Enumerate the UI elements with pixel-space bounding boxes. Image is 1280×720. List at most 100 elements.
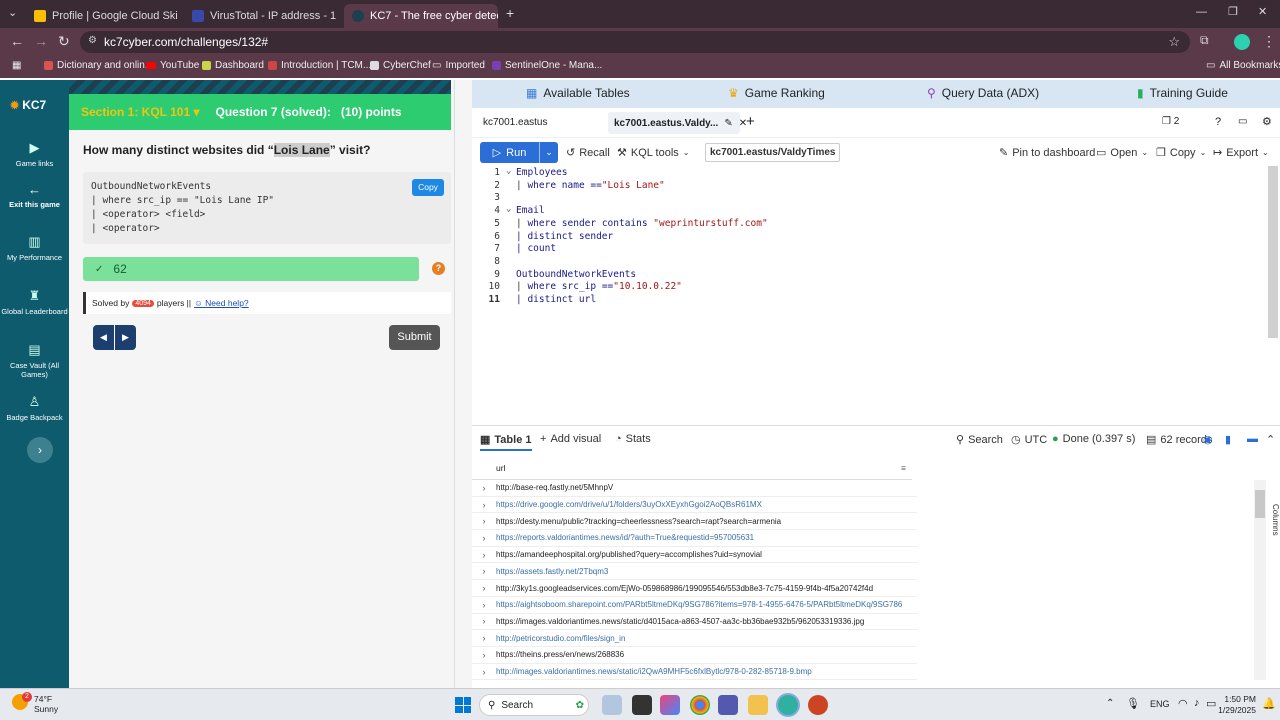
profile-avatar[interactable] xyxy=(1234,34,1250,50)
settings-icon[interactable]: ⚙ xyxy=(1262,115,1272,128)
kc7-logo[interactable]: ✹ KC7 xyxy=(10,98,46,112)
widgets-icon[interactable] xyxy=(602,695,622,715)
menu-icon[interactable]: ⋮ xyxy=(1262,33,1276,50)
stats-tab[interactable]: ◔ Stats xyxy=(615,433,651,445)
delete-icon[interactable]: ▮ xyxy=(1225,433,1231,446)
table-row[interactable]: › http://base-req.fastly.net/5MhnpV xyxy=(472,480,917,497)
minimize-icon[interactable]: — xyxy=(1196,6,1207,18)
answer-field[interactable]: ✓ 62 xyxy=(83,257,419,281)
pin-to-dashboard-button[interactable]: ✎ Pin to dashboard xyxy=(999,146,1095,160)
nav-training-guide[interactable]: ▮ Training Guide xyxy=(1137,86,1228,100)
view-icon[interactable]: ◉ xyxy=(1203,433,1213,446)
nav-available-tables[interactable]: ▦ Available Tables xyxy=(526,86,630,100)
expand-row-icon[interactable]: › xyxy=(472,616,496,626)
nav-exit-game[interactable]: ← Exit this game xyxy=(0,182,69,209)
help-icon[interactable]: ? xyxy=(1215,116,1221,128)
browser-profile-icon[interactable] xyxy=(778,695,798,715)
run-button[interactable]: ▷ Run ⌄ xyxy=(480,142,558,163)
nav-case-vault[interactable]: ▤ Case Vault (All Games) xyxy=(0,342,69,379)
teams-icon[interactable] xyxy=(718,695,738,715)
feedback-icon[interactable]: ▭ xyxy=(1238,116,1247,127)
forward-icon[interactable]: → xyxy=(34,33,48,49)
clock[interactable]: 1:50 PM 1/29/2025 xyxy=(1218,694,1256,716)
wifi-icon[interactable]: ◠ xyxy=(1178,697,1188,710)
grid-scrollbar[interactable] xyxy=(1254,480,1266,680)
url-field[interactable]: ⚙ kc7cyber.com/challenges/132# ☆ xyxy=(80,31,1190,53)
tab-search-icon[interactable]: ⌄ xyxy=(8,6,17,19)
reload-icon[interactable]: ↻ xyxy=(58,33,70,50)
extensions-icon[interactable]: ⧉ xyxy=(1200,33,1209,48)
notification-icon[interactable]: 🔔 xyxy=(1262,697,1276,710)
recall-button[interactable]: ↺ Recall xyxy=(566,146,610,160)
add-tab-icon[interactable]: + xyxy=(746,113,755,130)
collapse-icon[interactable]: ⌃ xyxy=(1266,433,1275,446)
browser-tab-virustotal[interactable]: VirusTotal - IP address - 144.17... ✕ xyxy=(184,4,336,28)
table-row[interactable]: › https://aightsoboom.sharepoint.com/PARb… xyxy=(472,597,917,614)
expand-row-icon[interactable]: › xyxy=(472,583,496,593)
all-bookmarks[interactable]: ▭ All Bookmarks xyxy=(1206,60,1280,71)
table-row[interactable]: › http://images.valdoriantimes.news/stati… xyxy=(472,664,917,681)
expand-sidebar-button[interactable]: › xyxy=(27,437,53,463)
expand-row-icon[interactable]: › xyxy=(472,667,496,677)
bookmark-cyberchef[interactable]: CyberChef xyxy=(370,60,431,71)
nav-query-data[interactable]: ⚲ Query Data (ADX) xyxy=(927,86,1039,100)
expand-row-icon[interactable]: › xyxy=(472,516,496,526)
browser-tab-kc7[interactable]: KC7 - The free cyber detective ✕ xyxy=(344,4,498,28)
help-icon[interactable]: ? xyxy=(432,262,445,275)
nav-game-ranking[interactable]: ♛ Game Ranking xyxy=(728,86,825,100)
layout-icon[interactable]: ▬ xyxy=(1247,433,1258,445)
copy-button[interactable]: ❐ Copy ⌄ xyxy=(1156,146,1206,160)
tab-kc7001-valdy[interactable]: kc7001.eastus.Valdy... ✎ ✕ xyxy=(608,112,747,134)
open-button[interactable]: ▭ Open ⌄ xyxy=(1096,146,1148,160)
microphone-icon[interactable]: 🎙 xyxy=(1126,697,1140,710)
copilot-icon[interactable] xyxy=(660,695,680,715)
table-row[interactable]: › https://assets.fastly.net/2Tbqm3 xyxy=(472,564,917,581)
section-dropdown[interactable]: Section 1: KQL 101 ▾ xyxy=(81,105,200,119)
table-row[interactable]: › https://images.valdoriantimes.news/stat… xyxy=(472,614,917,631)
bookmark-youtube[interactable]: YouTube xyxy=(146,60,199,71)
timezone-button[interactable]: ◷ UTC xyxy=(1011,433,1047,447)
next-question-button[interactable]: ▶ xyxy=(115,325,136,350)
bookmark-dashboard[interactable]: Dashboard xyxy=(202,60,264,71)
expand-row-icon[interactable]: › xyxy=(472,483,496,493)
chevron-up-icon[interactable]: ⌃ xyxy=(1106,698,1114,709)
windows-start-icon[interactable] xyxy=(455,697,471,713)
task-view-icon[interactable] xyxy=(632,695,652,715)
file-explorer-icon[interactable] xyxy=(748,695,768,715)
battery-icon[interactable]: ▭ xyxy=(1206,697,1216,710)
table-row[interactable]: › https://reports.valdoriantimes.news/id/… xyxy=(472,530,917,547)
fold-icon[interactable]: ⌄ xyxy=(506,166,511,176)
taskbar-search[interactable]: ⚲ Search ✿ xyxy=(479,694,589,716)
bookmark-dictionary[interactable]: Dictionary and onlin... xyxy=(44,60,153,71)
nav-badge-backpack[interactable]: ♙ Badge Backpack xyxy=(0,394,69,422)
expand-row-icon[interactable]: › xyxy=(472,600,496,610)
columns-panel-toggle[interactable]: Columns xyxy=(1266,480,1280,560)
submit-button[interactable]: Submit xyxy=(389,325,440,350)
browser-tab-profile[interactable]: Profile | Google Cloud Skills Bo ✕ xyxy=(26,4,178,28)
expand-row-icon[interactable]: › xyxy=(472,633,496,643)
need-help-link[interactable]: ☺ Need help? xyxy=(194,298,249,308)
expand-row-icon[interactable]: › xyxy=(472,650,496,660)
app-icon[interactable] xyxy=(808,695,828,715)
weather-widget[interactable]: 74°F Sunny xyxy=(34,694,58,714)
volume-icon[interactable]: ♪ xyxy=(1194,697,1200,709)
bookmark-tcm[interactable]: Introduction | TCM... xyxy=(268,60,371,71)
table-row[interactable]: › https://desty.menu/public?tracking=chee… xyxy=(472,513,917,531)
tab-kc7001-eastus[interactable]: kc7001.eastus xyxy=(483,117,548,128)
column-header-url[interactable]: url ≡ xyxy=(472,456,912,480)
bookmark-imported[interactable]: ▭ Imported xyxy=(432,60,485,71)
nav-game-links[interactable]: ▶ Game links xyxy=(0,140,69,168)
table-row[interactable]: › http://petricorstudio.com/files/sign_in xyxy=(472,630,917,647)
pane-splitter[interactable] xyxy=(454,80,472,688)
expand-row-icon[interactable]: › xyxy=(472,500,496,510)
table-row[interactable]: › https://amandeephospital.org/published?… xyxy=(472,547,917,564)
results-search-button[interactable]: ⚲ Search xyxy=(956,433,1003,447)
maximize-icon[interactable]: ❐ xyxy=(1228,5,1238,18)
editor-scrollbar[interactable] xyxy=(1268,166,1278,338)
connections-count[interactable]: ❐ 2 xyxy=(1162,116,1179,127)
new-tab-icon[interactable]: + xyxy=(506,5,514,21)
site-info-icon[interactable]: ⚙ xyxy=(88,35,97,46)
nav-my-performance[interactable]: ▥ My Performance xyxy=(0,234,69,262)
expand-row-icon[interactable]: › xyxy=(472,550,496,560)
apps-icon[interactable]: ▦ xyxy=(12,60,21,71)
